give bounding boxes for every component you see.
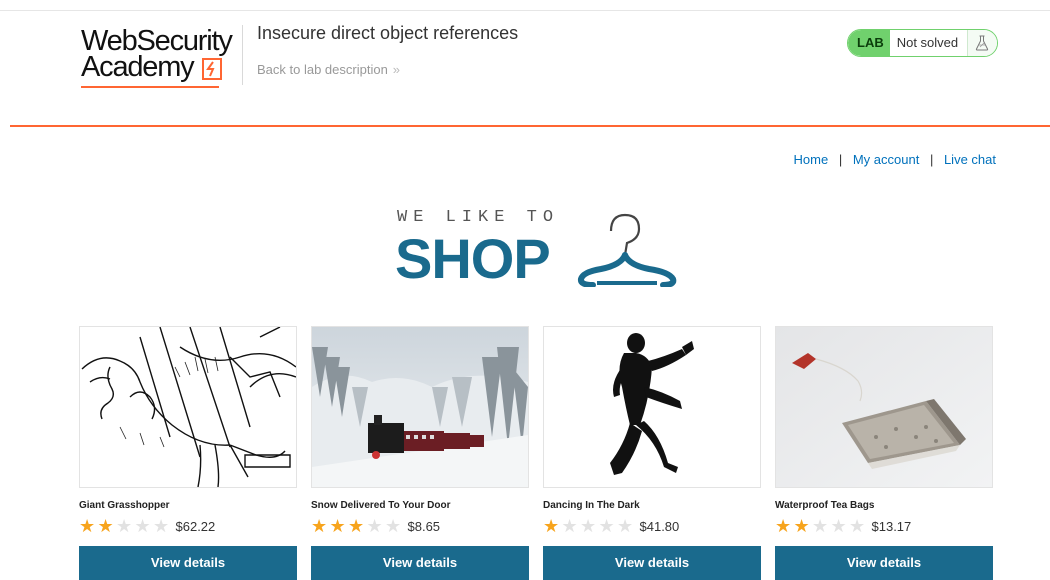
view-details-button[interactable]: View details [775, 546, 993, 580]
star-empty-icon: ★ [598, 516, 615, 536]
view-details-button[interactable]: View details [79, 546, 297, 580]
logo-underline [81, 86, 219, 88]
product-image-dancing-silhouette [543, 326, 761, 488]
star-filled-icon: ★ [97, 516, 114, 536]
product-price: $62.22 [175, 518, 216, 534]
academy-mark-icon [202, 58, 222, 80]
shop-logo-tagline: WE LIKE TO [397, 208, 560, 227]
star-empty-icon: ★ [366, 516, 383, 536]
star-filled-icon: ★ [775, 516, 792, 536]
product-card: Snow Delivered To Your Door ★ ★ ★ ★ ★ $8.65 … [311, 326, 529, 580]
product-card: Dancing In The Dark ★ ★ ★ ★ ★ $41.80 View de… [543, 326, 761, 580]
product-card: Giant Grasshopper ★ ★ ★ ★ ★ $62.22 View deta… [79, 326, 297, 580]
shop-logo: WE LIKE TO SHOP [395, 205, 685, 295]
product-name: Giant Grasshopper [79, 500, 170, 511]
star-empty-icon: ★ [385, 516, 402, 536]
product-price: $8.65 [407, 518, 441, 534]
product-image-grasshopper [79, 326, 297, 488]
star-empty-icon: ★ [153, 516, 170, 536]
star-empty-icon: ★ [134, 516, 151, 536]
view-details-button[interactable]: View details [543, 546, 761, 580]
lab-status-text: Not solved [896, 35, 959, 50]
star-empty-icon: ★ [830, 516, 847, 536]
lab-title: Insecure direct object references [257, 23, 519, 43]
product-name: Dancing In The Dark [543, 500, 640, 511]
lab-status-widget: LAB Not solved [847, 29, 998, 57]
product-name: Snow Delivered To Your Door [311, 500, 451, 511]
star-filled-icon: ★ [793, 516, 810, 536]
top-navigation: Home | My account | Live chat [794, 152, 997, 167]
lab-badge: LAB [848, 30, 890, 56]
rating-stars: ★ ★ ★ ★ ★ [311, 517, 404, 535]
web-security-academy-logo[interactable]: WebSecurity Academy [79, 25, 244, 88]
star-filled-icon: ★ [329, 516, 346, 536]
rating-stars: ★ ★ ★ ★ ★ [79, 517, 172, 535]
star-filled-icon: ★ [543, 516, 560, 536]
shop-logo-word: SHOP [395, 227, 551, 290]
flask-icon [967, 30, 997, 56]
star-filled-icon: ★ [79, 516, 96, 536]
star-empty-icon: ★ [580, 516, 597, 536]
product-image-snow-train [311, 326, 529, 488]
rating-stars: ★ ★ ★ ★ ★ [775, 517, 868, 535]
product-card: Waterproof Tea Bags ★ ★ ★ ★ ★ $13.17 View de… [775, 326, 993, 580]
hanger-icon [577, 213, 677, 287]
rating-stars: ★ ★ ★ ★ ★ [543, 517, 636, 535]
back-link-label: Back to lab description [257, 62, 388, 77]
header-accent-line [10, 125, 1050, 127]
star-empty-icon: ★ [849, 516, 866, 536]
header-divider [242, 25, 243, 85]
nav-separator: | [838, 152, 843, 167]
star-empty-icon: ★ [812, 516, 829, 536]
star-filled-icon: ★ [348, 516, 365, 536]
star-empty-icon: ★ [561, 516, 578, 536]
star-filled-icon: ★ [311, 516, 328, 536]
logo-line-2: Academy [81, 51, 195, 83]
product-price: $41.80 [639, 518, 680, 534]
nav-separator: | [929, 152, 934, 167]
nav-home-link[interactable]: Home [794, 152, 829, 167]
nav-my-account-link[interactable]: My account [853, 152, 919, 167]
view-details-button[interactable]: View details [311, 546, 529, 580]
lab-header: WebSecurity Academy Insecure direct obje… [0, 11, 1050, 126]
double-chevron-right-icon: » [392, 62, 401, 77]
product-price: $13.17 [871, 518, 912, 534]
product-name: Waterproof Tea Bags [775, 500, 875, 511]
star-empty-icon: ★ [617, 516, 634, 536]
star-empty-icon: ★ [116, 516, 133, 536]
product-image-tea-bag [775, 326, 993, 488]
back-to-lab-description-link[interactable]: Back to lab description » [257, 62, 400, 77]
nav-live-chat-link[interactable]: Live chat [944, 152, 996, 167]
